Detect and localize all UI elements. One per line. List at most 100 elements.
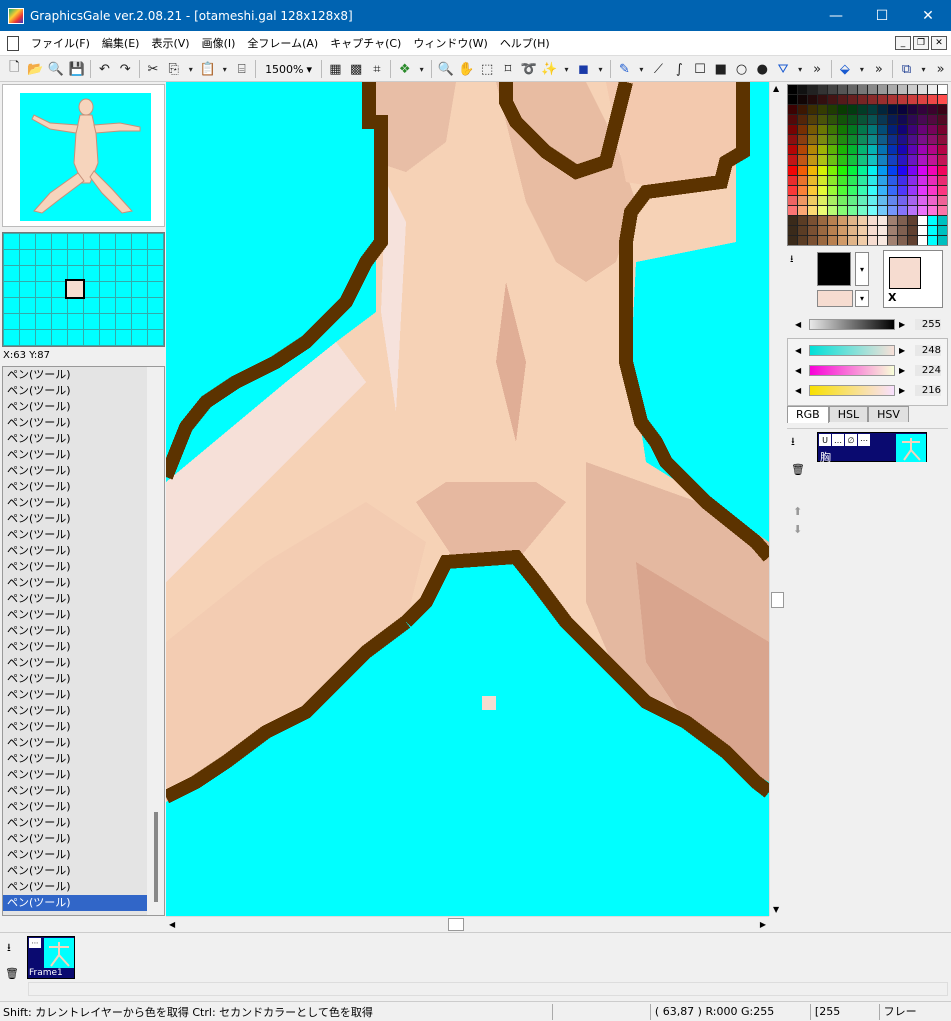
fill-dropdown-icon[interactable]: ▾ (794, 58, 807, 80)
slider-left-icon[interactable]: ◀ (795, 386, 805, 395)
palette-swatch[interactable] (888, 195, 897, 205)
palette-swatch[interactable] (928, 235, 937, 245)
palette-swatch[interactable] (828, 95, 837, 105)
history-item[interactable]: ペン(ツール) (3, 415, 147, 431)
palette-swatch[interactable] (828, 85, 837, 95)
history-item[interactable]: ペン(ツール) (3, 479, 147, 495)
green-slider[interactable] (809, 364, 895, 376)
frames-scrollbar[interactable] (28, 982, 948, 996)
palette-swatch[interactable] (858, 135, 867, 145)
secondary-color-dropdown[interactable]: ▾ (855, 290, 869, 307)
palette-swatch[interactable] (888, 235, 897, 245)
navigator-view-rect[interactable] (65, 279, 85, 299)
palette-swatch[interactable] (848, 85, 857, 95)
palette-swatch[interactable] (808, 205, 817, 215)
palette-swatch[interactable] (908, 225, 917, 235)
palette-swatch[interactable] (898, 185, 907, 195)
palette-swatch[interactable] (898, 205, 907, 215)
palette-swatch[interactable] (868, 175, 877, 185)
download-icon[interactable]: ⭳ (790, 252, 794, 269)
palette-swatch[interactable] (838, 155, 847, 165)
palette-swatch[interactable] (848, 155, 857, 165)
palette-swatch[interactable] (848, 125, 857, 135)
secondary-color-swatch[interactable] (817, 290, 853, 307)
palette-swatch[interactable] (868, 195, 877, 205)
palette-swatch[interactable] (858, 235, 867, 245)
palette-swatch[interactable] (828, 145, 837, 155)
palette-swatch[interactable] (808, 115, 817, 125)
palette-swatch[interactable] (828, 115, 837, 125)
palette-swatch[interactable] (888, 215, 897, 225)
palette-swatch[interactable] (938, 205, 947, 215)
menu-capture[interactable]: キャプチャ(C) (324, 35, 407, 51)
palette-swatch[interactable] (918, 145, 927, 155)
fill-icon[interactable]: ⛛ (773, 58, 794, 80)
palette-swatch[interactable] (938, 125, 947, 135)
palette-swatch[interactable] (798, 185, 807, 195)
palette-swatch[interactable] (928, 175, 937, 185)
palette-swatch[interactable] (838, 125, 847, 135)
history-item[interactable]: ペン(ツール) (3, 367, 147, 383)
frame-dropdown-icon[interactable]: ▾ (917, 58, 930, 80)
document-icon[interactable] (7, 35, 19, 51)
transparent-icon[interactable]: ∅ (845, 434, 857, 446)
paste-dropdown-icon[interactable]: ▾ (218, 58, 231, 80)
trash-icon[interactable]: 🗑 (791, 463, 805, 476)
palette-swatch[interactable] (848, 195, 857, 205)
palette-swatch[interactable] (908, 205, 917, 215)
history-item[interactable]: ペン(ツール) (3, 847, 147, 863)
select-dropdown-icon[interactable]: ▾ (594, 58, 607, 80)
color-tool-dropdown-icon[interactable]: ▾ (415, 58, 428, 80)
palette-swatch[interactable] (918, 115, 927, 125)
scroll-down-icon[interactable]: ▼ (773, 905, 779, 914)
palette-swatch[interactable] (838, 115, 847, 125)
history-item[interactable]: ペン(ツール) (3, 383, 147, 399)
zoom-selector[interactable]: 1500% ▾ (259, 63, 318, 76)
palette-swatch[interactable] (878, 215, 887, 225)
palette-swatch[interactable] (818, 125, 827, 135)
history-item[interactable]: ペン(ツール) (3, 799, 147, 815)
palette-swatch[interactable] (898, 95, 907, 105)
palette-swatch[interactable] (848, 165, 857, 175)
palette-swatch[interactable] (908, 185, 917, 195)
palette-swatch[interactable] (918, 225, 927, 235)
palette-swatch[interactable] (938, 135, 947, 145)
palette-swatch[interactable] (788, 115, 797, 125)
palette-swatch[interactable] (878, 145, 887, 155)
palette-swatch[interactable] (858, 205, 867, 215)
pixel-grid-icon[interactable]: ▩ (346, 58, 367, 80)
slider-right-icon[interactable]: ▶ (899, 366, 909, 375)
close-button[interactable]: ✕ (905, 0, 951, 31)
palette-swatch[interactable] (888, 125, 897, 135)
palette-swatch[interactable] (798, 215, 807, 225)
slider-right-icon[interactable]: ▶ (899, 320, 909, 329)
palette-swatch[interactable] (878, 205, 887, 215)
mdi-restore-button[interactable]: ❐ (913, 36, 929, 50)
slider-left-icon[interactable]: ◀ (795, 346, 805, 355)
palette-swatch[interactable] (808, 215, 817, 225)
palette-swatch[interactable] (938, 175, 947, 185)
history-item[interactable]: ペン(ツール) (3, 767, 147, 783)
history-item[interactable]: ペン(ツール) (3, 591, 147, 607)
foreground-color-swatch[interactable] (889, 257, 921, 289)
paste-special-icon[interactable]: ⌸ (231, 58, 252, 80)
guide-icon[interactable]: ⌗ (367, 58, 388, 80)
menu-all-frames[interactable]: 全フレーム(A) (241, 35, 324, 51)
palette-swatch[interactable] (898, 225, 907, 235)
palette-swatch[interactable] (798, 145, 807, 155)
palette-swatch[interactable] (808, 135, 817, 145)
palette-swatch[interactable] (848, 175, 857, 185)
palette-swatch[interactable] (858, 175, 867, 185)
menu-icon[interactable]: ⋯ (29, 938, 41, 948)
palette-swatch[interactable] (898, 135, 907, 145)
palette-swatch[interactable] (818, 85, 827, 95)
history-item[interactable]: ペン(ツール) (3, 511, 147, 527)
palette-swatch[interactable] (838, 225, 847, 235)
palette-swatch[interactable] (798, 135, 807, 145)
palette-swatch[interactable] (868, 145, 877, 155)
save-icon[interactable]: 💾 (66, 58, 87, 80)
wand-dropdown-icon[interactable]: ▾ (560, 58, 573, 80)
palette-swatch[interactable] (938, 235, 947, 245)
palette-swatch[interactable] (838, 85, 847, 95)
palette-swatch[interactable] (818, 195, 827, 205)
